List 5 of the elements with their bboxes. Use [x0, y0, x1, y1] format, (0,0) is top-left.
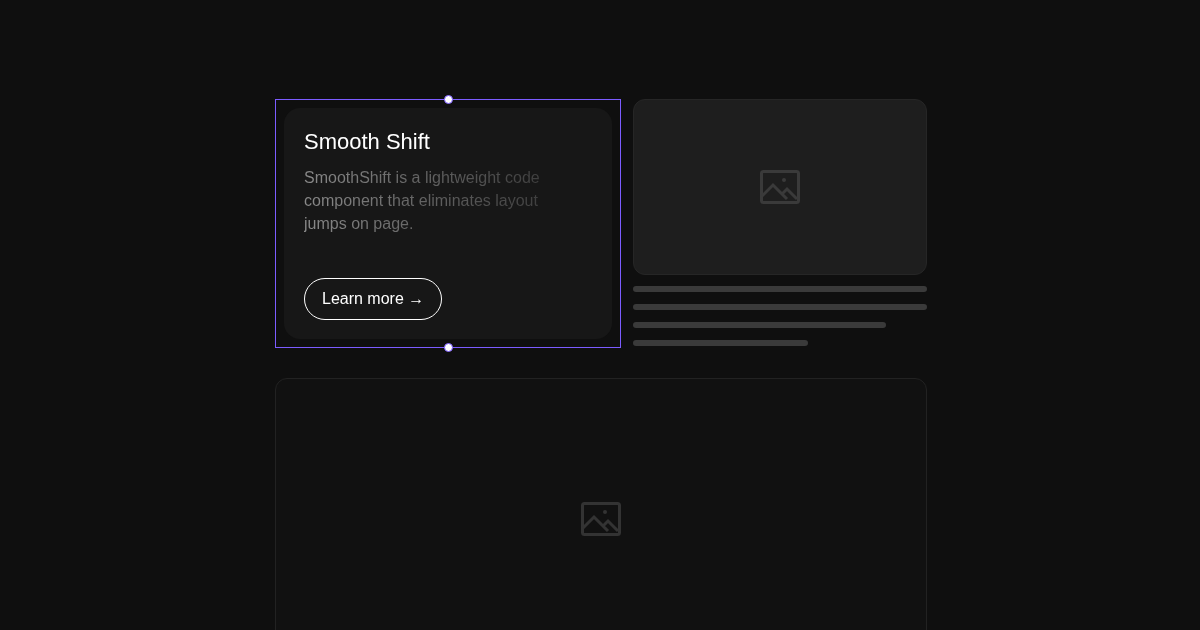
resize-handle[interactable] [444, 343, 453, 352]
image-icon [581, 502, 621, 536]
card-title: Smooth Shift [304, 128, 431, 156]
image-icon [760, 170, 800, 204]
resize-handle[interactable] [444, 95, 453, 104]
